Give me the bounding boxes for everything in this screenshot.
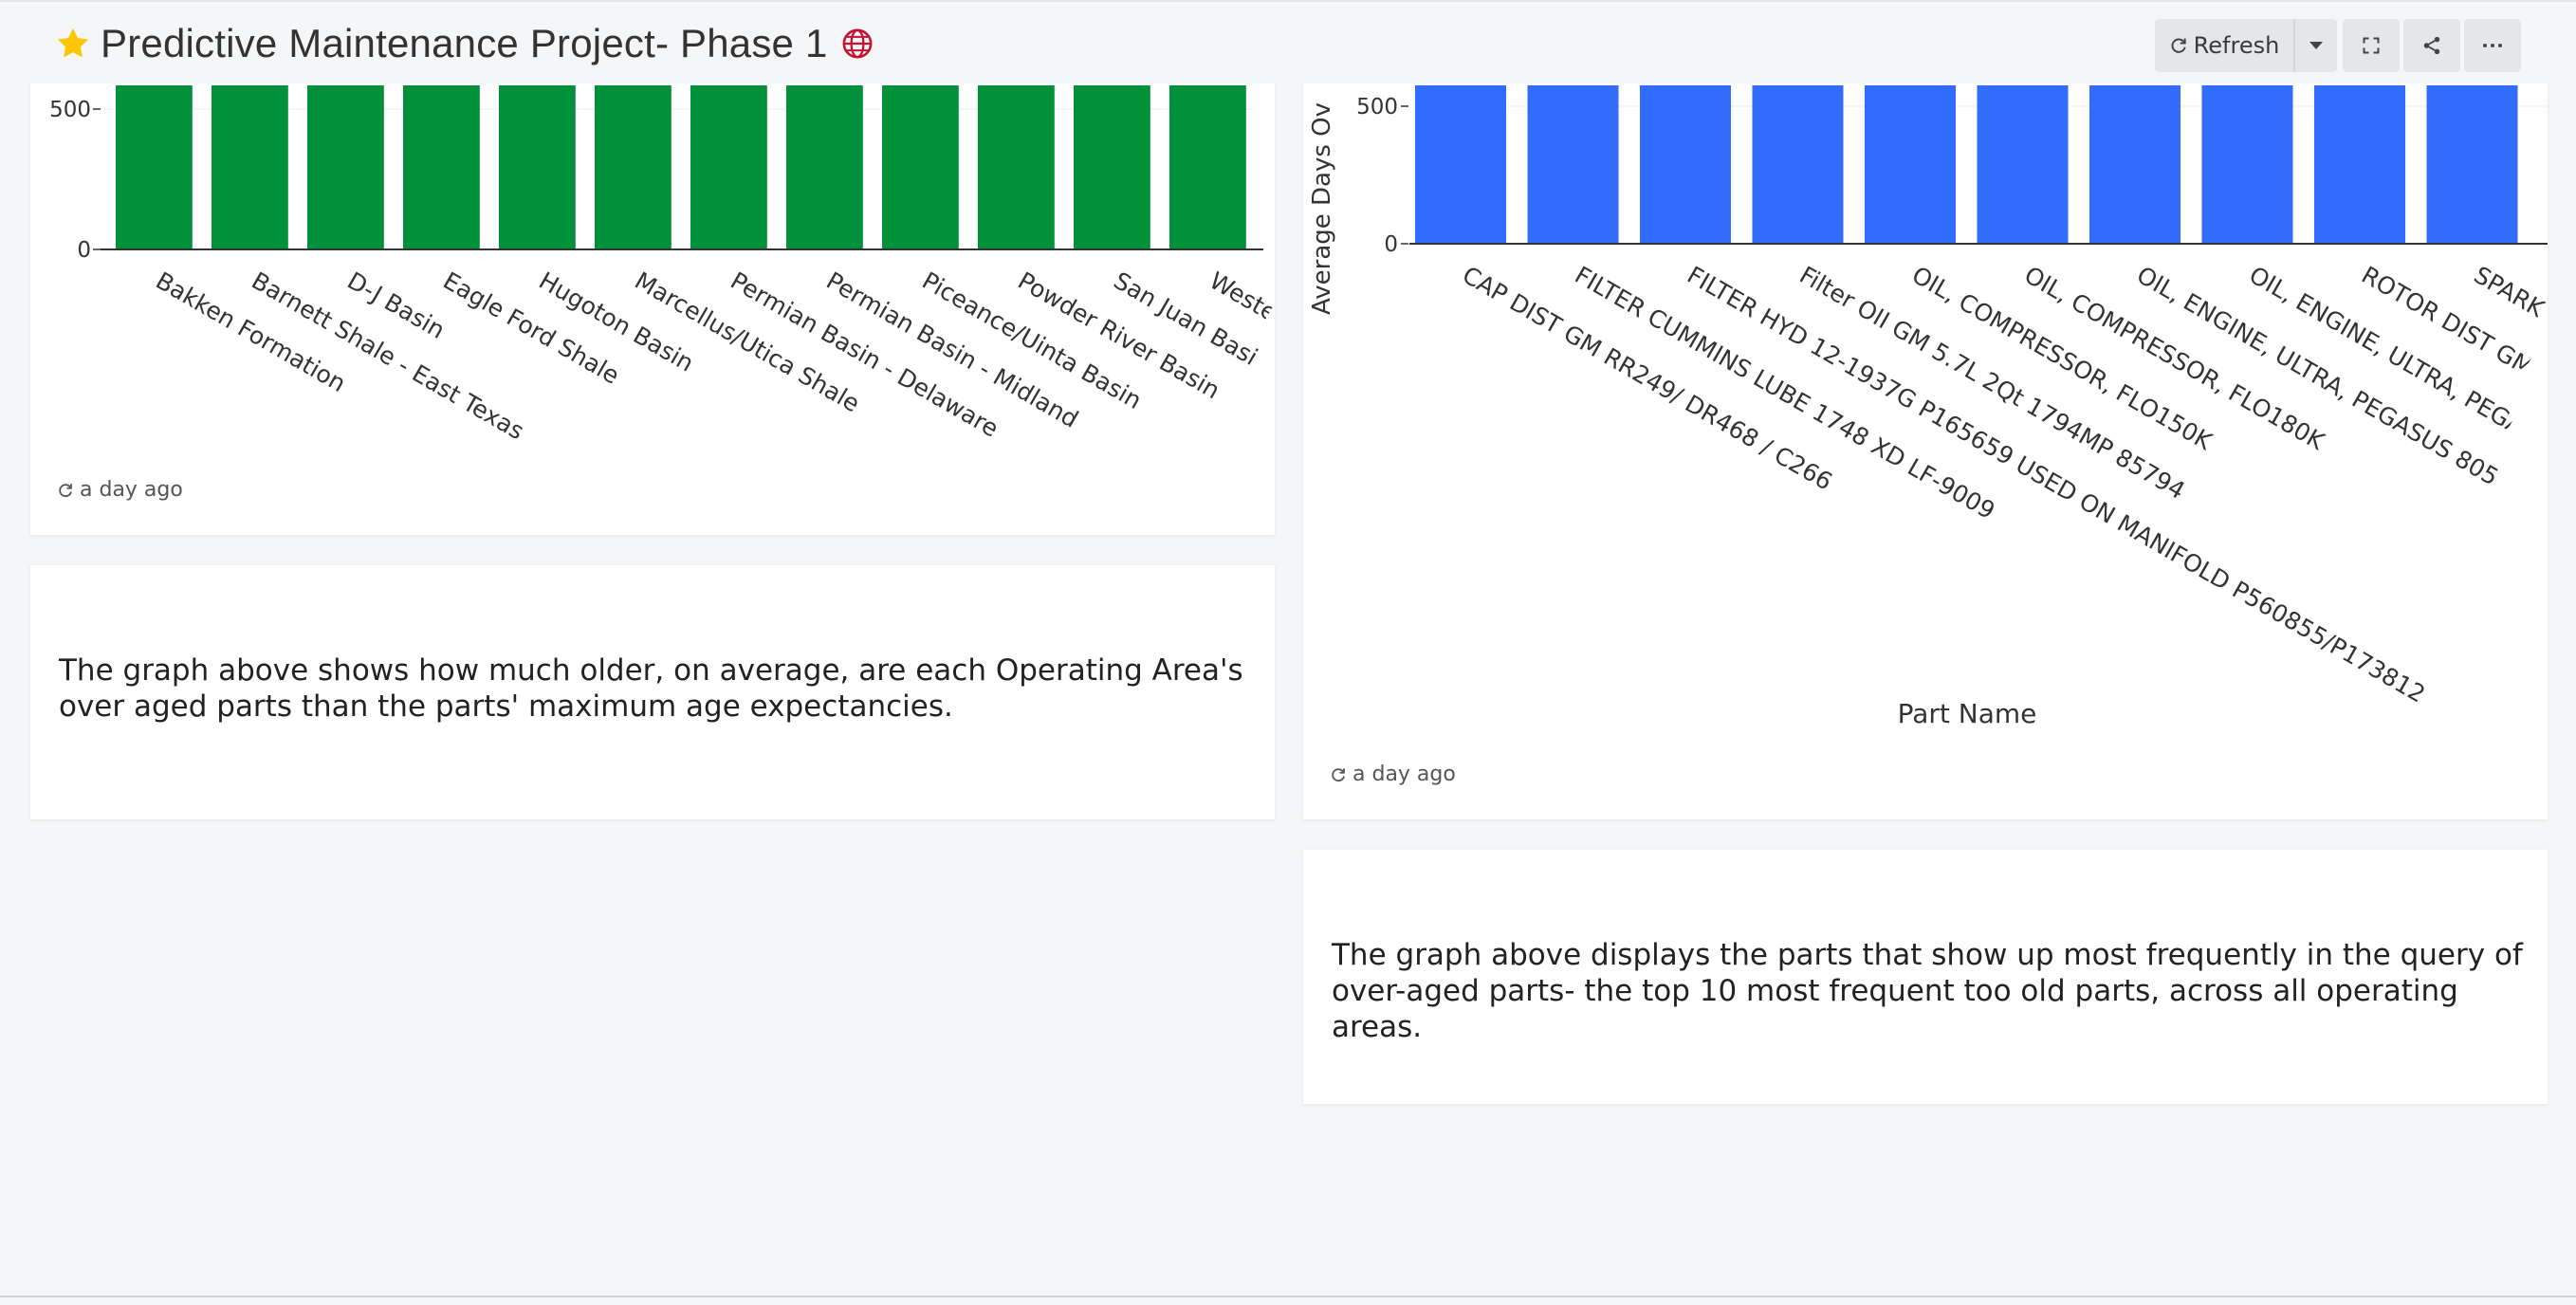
more-horizontal-icon: [2483, 44, 2502, 47]
operating-area-bar-chart: 0500Bakken FormationBarnett Shale - East…: [49, 85, 1275, 445]
bar[interactable]: [1415, 85, 1506, 244]
x-tick-label: FILTER HYD 12-1937G P165659 USED ON MANI…: [1683, 261, 2430, 708]
refresh-icon: [59, 483, 72, 497]
operating-area-chart-card: 0 500 Bakken Formation Barnett Shale - East…: [30, 57, 1275, 535]
page-bottom-divider: [0, 1296, 2576, 1297]
bar[interactable]: [690, 85, 767, 249]
bar[interactable]: [1074, 85, 1150, 249]
bar[interactable]: [403, 85, 480, 249]
bar[interactable]: [307, 85, 384, 249]
left-chart-footer: a day ago: [57, 478, 183, 502]
dashboard-title: Predictive Maintenance Project- Phase 1: [101, 21, 828, 65]
right-chart-updated-time: a day ago: [1352, 763, 1456, 786]
part-name-chart-card: 0 500 Average Days Ov CAP DIST GM RR249/ DR…: [1303, 57, 2548, 819]
x-tick-label: Eagle Ford Shale: [438, 267, 624, 390]
y-tick-label: 500: [49, 98, 91, 122]
bar[interactable]: [116, 85, 193, 249]
bar[interactable]: [2426, 85, 2518, 244]
published-globe-icon: [842, 28, 872, 59]
left-chart-updated-time: a day ago: [80, 478, 183, 502]
bar[interactable]: [595, 85, 672, 249]
favorite-star-icon[interactable]: [55, 26, 91, 62]
dashboard-header: Predictive Maintenance Project- Phase 1 …: [0, 0, 2576, 83]
right-note-text: The graph above displays the parts that …: [1332, 938, 2523, 1044]
right-chart-footer: a day ago: [1330, 763, 1456, 786]
bar[interactable]: [2314, 85, 2405, 244]
refresh-icon: [2171, 38, 2186, 53]
fullscreen-icon: [2363, 37, 2380, 54]
bar[interactable]: [499, 85, 576, 249]
fullscreen-button[interactable]: [2343, 19, 2400, 72]
x-axis-title: Part Name: [1898, 698, 2037, 729]
x-tick-label: SPARK I: [2470, 261, 2548, 330]
y-tick-label: 500: [1356, 95, 1398, 119]
bar[interactable]: [1752, 85, 1844, 244]
right-note-card: The graph above displays the parts that …: [1303, 850, 2548, 1104]
bar[interactable]: [1977, 85, 2069, 244]
bar[interactable]: [2201, 85, 2293, 244]
bar[interactable]: [1169, 85, 1246, 249]
left-note-text: The graph above shows how much older, on…: [59, 653, 1243, 724]
bar[interactable]: [1865, 85, 1956, 244]
bar[interactable]: [1527, 85, 1619, 244]
refresh-label: Refresh: [2193, 32, 2280, 59]
refresh-icon: [1332, 767, 1345, 781]
left-note-card: The graph above shows how much older, on…: [30, 565, 1275, 819]
y-tick-label: 0: [1384, 232, 1398, 257]
bar[interactable]: [882, 85, 959, 249]
y-tick-label: 0: [77, 238, 91, 263]
chevron-down-icon: [2309, 42, 2323, 49]
bar[interactable]: [212, 85, 288, 249]
refresh-button[interactable]: Refresh: [2155, 19, 2293, 72]
refresh-options-dropdown[interactable]: [2293, 19, 2337, 72]
title-group: Predictive Maintenance Project- Phase 1: [55, 15, 874, 72]
share-icon: [2423, 36, 2440, 55]
bar[interactable]: [2089, 85, 2180, 244]
refresh-button-group: Refresh: [2155, 19, 2337, 72]
part-name-bar-chart: 0500Average Days OvCAP DIST GM RR249/ DR…: [1308, 85, 2548, 729]
y-axis-title: Average Days Ov: [1308, 102, 1336, 315]
bar[interactable]: [1640, 85, 1731, 244]
share-button[interactable]: [2403, 19, 2460, 72]
more-options-button[interactable]: [2464, 19, 2521, 72]
bar[interactable]: [786, 85, 863, 249]
bar[interactable]: [978, 85, 1055, 249]
